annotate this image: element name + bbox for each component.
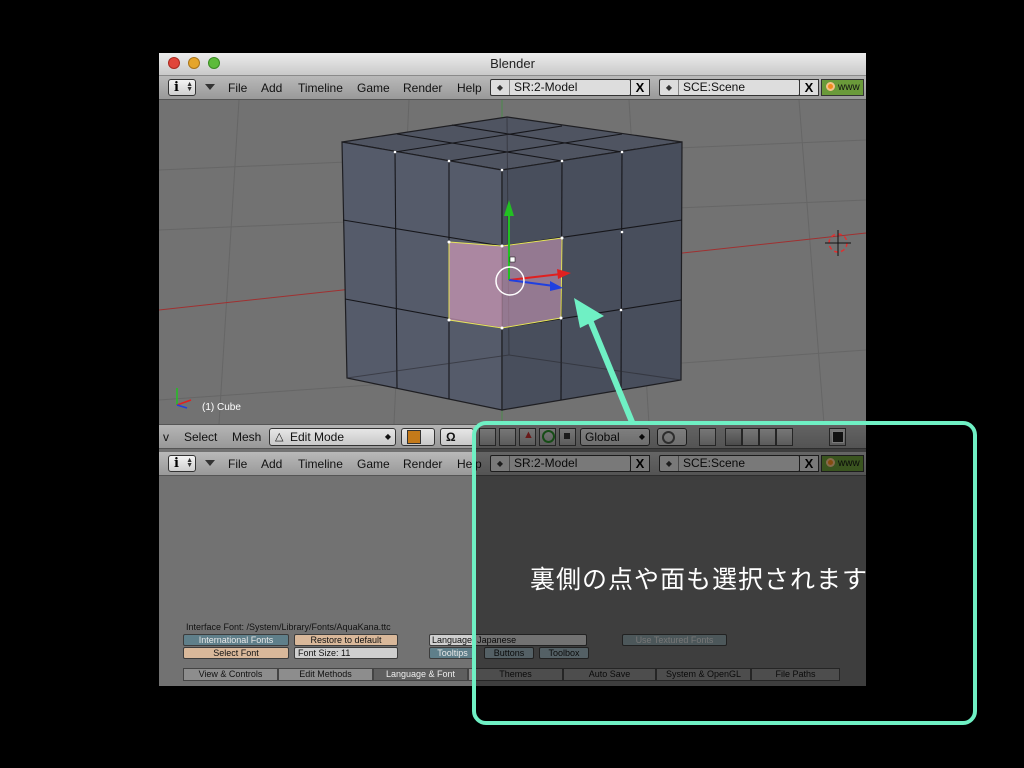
- manipulator-handle[interactable]: [509, 256, 516, 263]
- pivot-icon: Ω: [446, 430, 456, 444]
- scene-select-field[interactable]: ◆ SCE:Scene: [659, 79, 800, 96]
- menu-view[interactable]: v: [163, 430, 169, 444]
- object-label: (1) Cube: [202, 402, 241, 413]
- menu-mesh[interactable]: Mesh: [232, 430, 261, 444]
- tab-view-controls[interactable]: View & Controls: [183, 668, 278, 681]
- draw-type-selector[interactable]: [401, 428, 435, 446]
- menu-render-2[interactable]: Render: [403, 457, 442, 471]
- menu-timeline-2[interactable]: Timeline: [298, 457, 343, 471]
- blender-org-link[interactable]: www: [821, 79, 864, 96]
- updown-icon: ◆: [384, 432, 391, 441]
- mode-selector[interactable]: △ Edit Mode ◆: [269, 428, 396, 446]
- editor-type-button[interactable]: i ▲ ▼: [168, 79, 196, 96]
- info-icon: i: [174, 456, 179, 471]
- selected-back-face[interactable]: [449, 242, 502, 328]
- title-bar: Blender: [159, 53, 866, 76]
- tab-edit-methods[interactable]: Edit Methods: [278, 668, 373, 681]
- tab-language-font[interactable]: Language & Font: [373, 668, 468, 681]
- info-icon: i: [174, 80, 179, 95]
- menu-game[interactable]: Game: [357, 81, 390, 95]
- updown-icon: ▲ ▼: [186, 81, 193, 93]
- restore-default-button[interactable]: Restore to default: [294, 634, 398, 646]
- select-font-button[interactable]: Select Font: [183, 647, 289, 659]
- menu-add[interactable]: Add: [261, 81, 282, 95]
- updown-icon: ▲ ▼: [186, 457, 193, 469]
- international-fonts-toggle[interactable]: International Fonts: [183, 634, 289, 646]
- window-title: Blender: [490, 56, 535, 71]
- callout-arrow-icon: [574, 298, 635, 425]
- 3d-cursor-icon: [825, 230, 851, 256]
- menu-file[interactable]: File: [228, 81, 247, 95]
- font-size-field[interactable]: Font Size: 11: [294, 647, 398, 659]
- info-header: i ▲ ▼ File Add Timeline Game Render Help ◆…: [159, 76, 866, 100]
- menu-render[interactable]: Render: [403, 81, 442, 95]
- viewport-canvas[interactable]: [159, 100, 866, 424]
- menu-add-2[interactable]: Add: [261, 457, 282, 471]
- interface-font-path: Interface Font: /System/Library/Fonts/Aq…: [186, 622, 391, 632]
- 3d-viewport[interactable]: (1) Cube: [159, 100, 866, 424]
- menu-file-2[interactable]: File: [228, 457, 247, 471]
- pivot-selector[interactable]: Ω: [440, 428, 474, 446]
- updown-icon: ◆: [660, 80, 679, 95]
- updown-icon: ◆: [491, 80, 510, 95]
- screen-select-field[interactable]: ◆ SR:2-Model: [490, 79, 631, 96]
- menu-select[interactable]: Select: [184, 430, 217, 444]
- callout-text: 裏側の点や面も選択されます: [530, 565, 869, 594]
- edit-mode-icon: △: [275, 431, 284, 443]
- blender-logo-icon: [826, 82, 835, 91]
- editor-type-button-2[interactable]: i ▲ ▼: [168, 455, 196, 472]
- delete-scene-button[interactable]: X: [799, 79, 819, 96]
- delete-screen-button[interactable]: X: [630, 79, 650, 96]
- menu-game-2[interactable]: Game: [357, 457, 390, 471]
- menu-timeline[interactable]: Timeline: [298, 81, 343, 95]
- collapse-menu-icon[interactable]: [205, 84, 215, 90]
- tooltips-toggle[interactable]: Tooltips: [429, 647, 476, 659]
- collapse-menu-icon[interactable]: [205, 460, 215, 466]
- menu-help[interactable]: Help: [457, 81, 482, 95]
- draw-type-icon: [407, 430, 421, 444]
